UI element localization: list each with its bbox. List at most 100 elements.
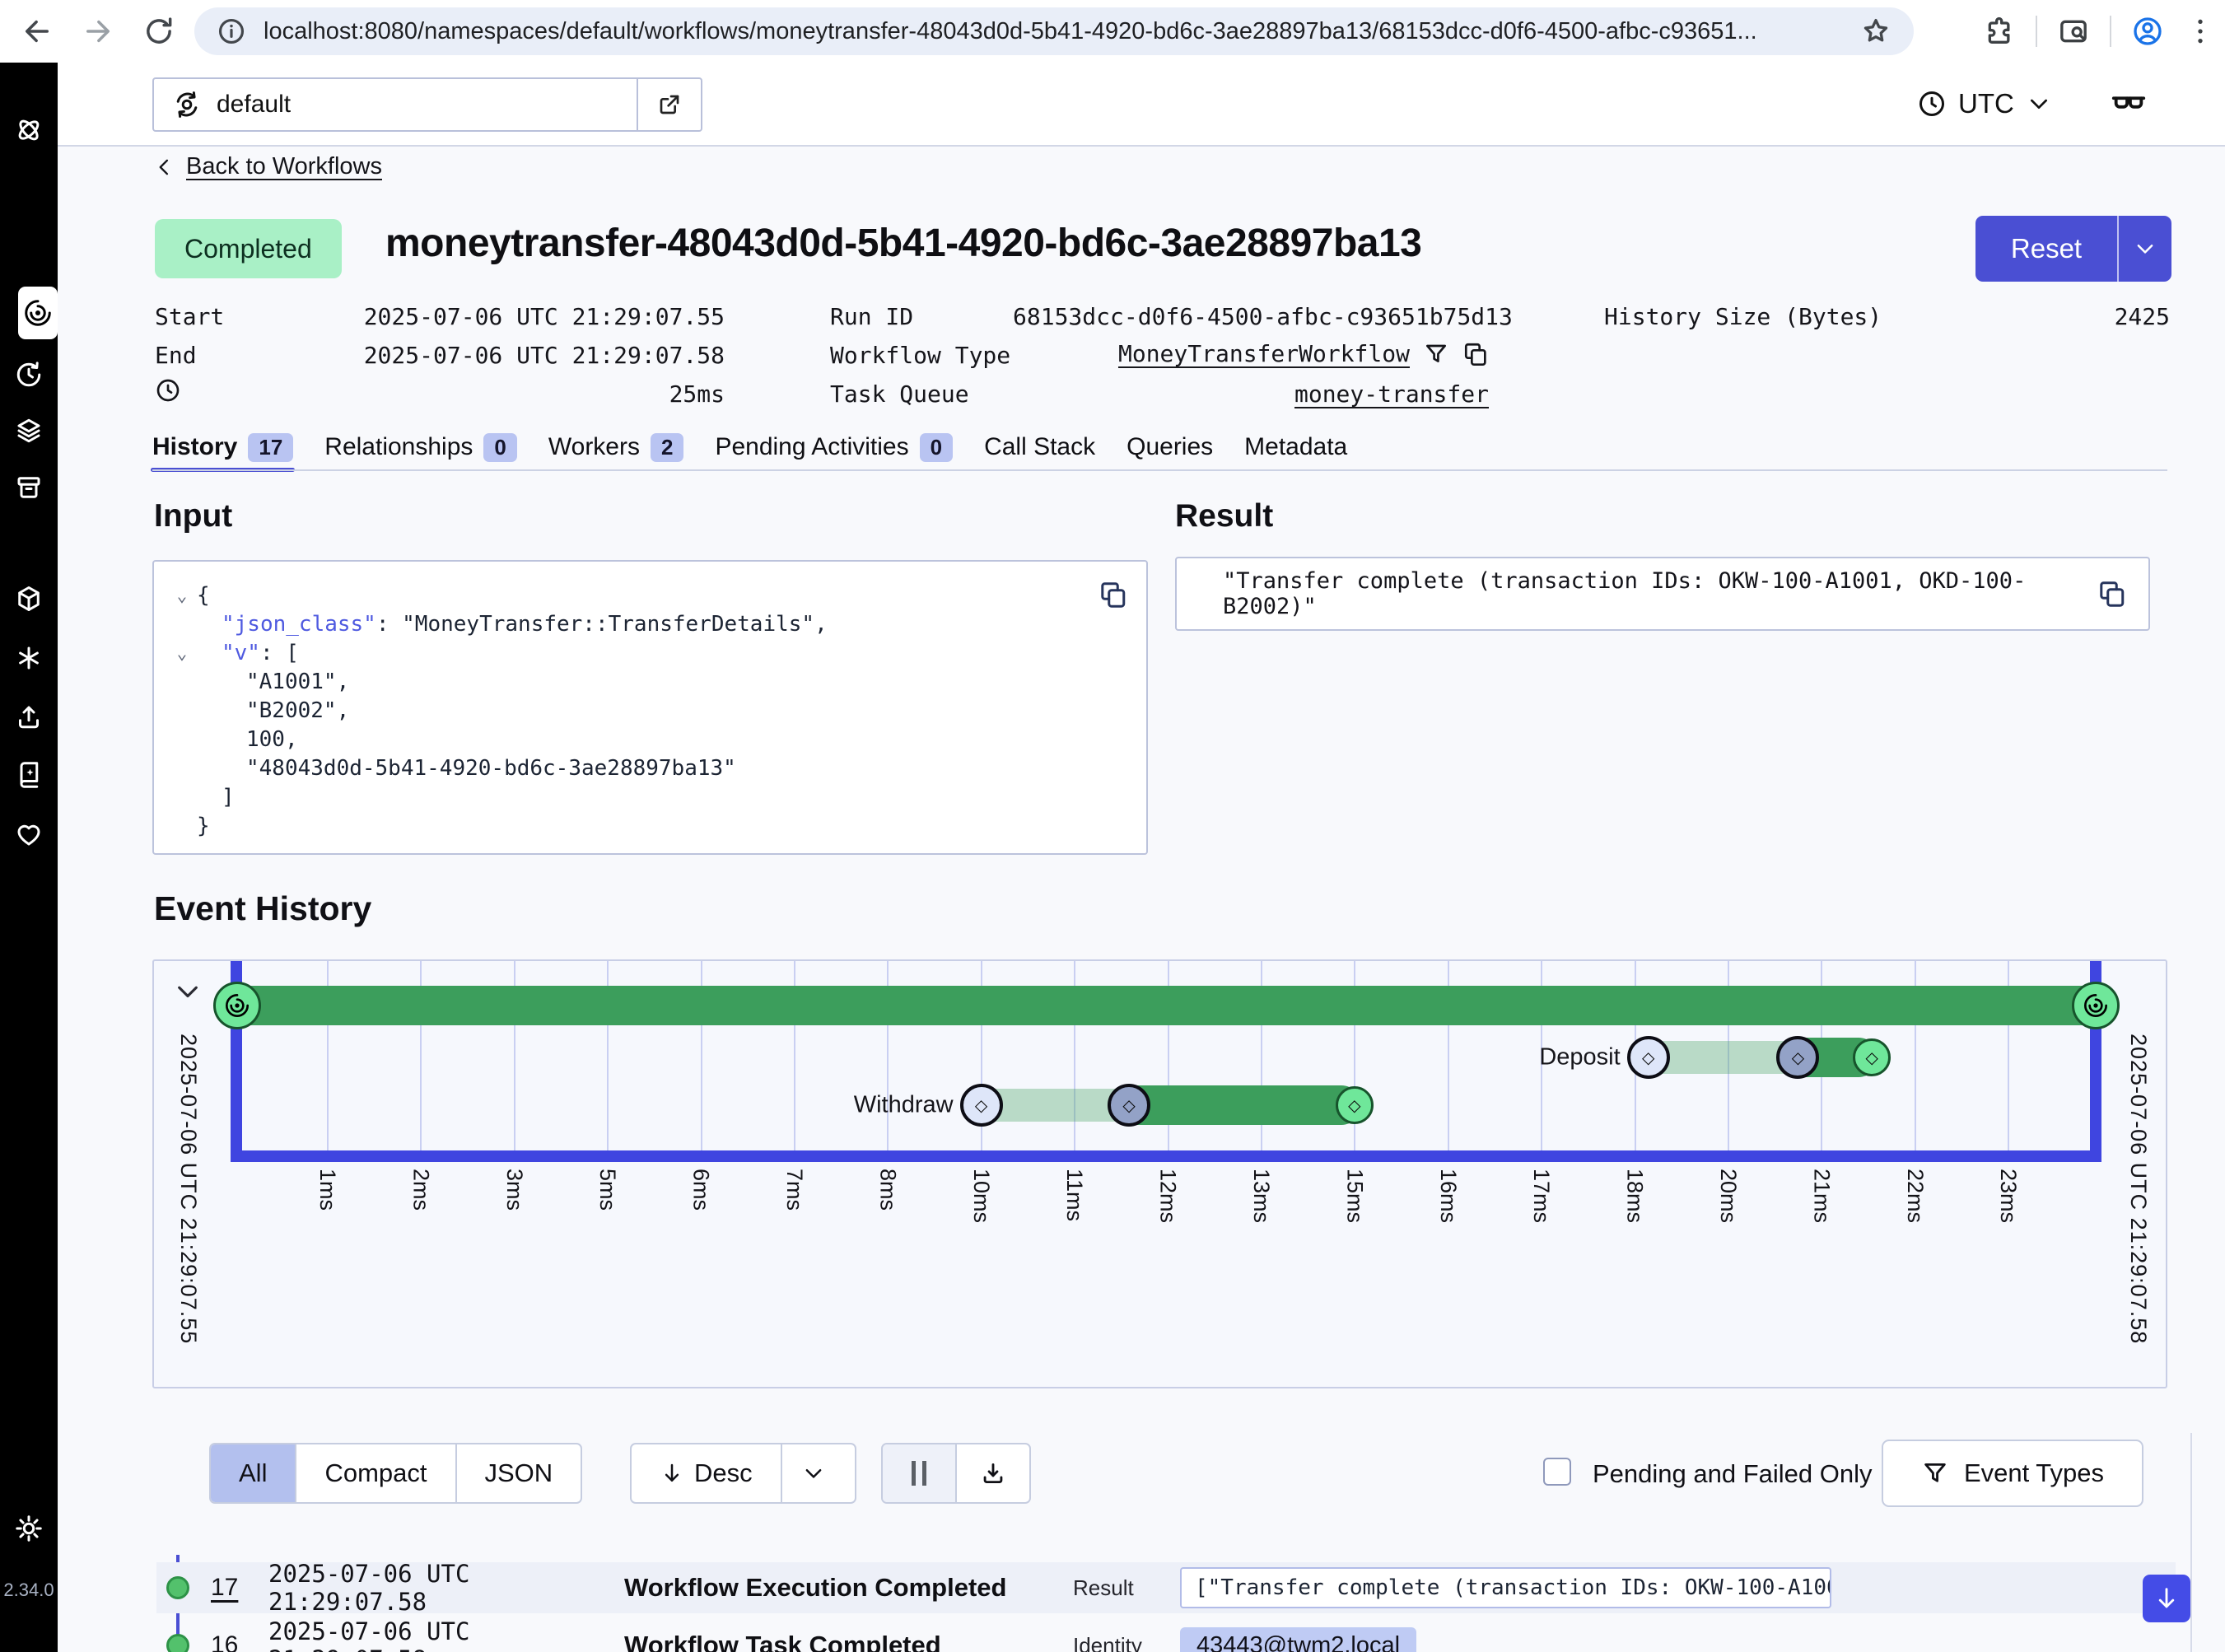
tab-search-icon[interactable] <box>2057 15 2090 48</box>
tick-label: 20ms <box>1715 1169 1741 1223</box>
tab-workers[interactable]: Workers2 <box>548 433 684 462</box>
sidebar-item-workflows[interactable] <box>18 287 58 339</box>
copy-icon[interactable] <box>1099 580 1128 609</box>
activity-scheduled-bar-deposit[interactable] <box>1649 1041 1798 1074</box>
view-mode-segmented-control: AllCompactJSON <box>209 1443 582 1504</box>
sidebar-item-namespaces-icon[interactable] <box>14 584 44 614</box>
tick-label: 2ms <box>408 1169 433 1211</box>
sidebar-item-feedback-icon[interactable] <box>14 819 44 849</box>
scroll-to-bottom-button[interactable] <box>2143 1575 2190 1622</box>
browser-reload-icon[interactable] <box>142 14 176 49</box>
json-line: 100, <box>167 726 1122 754</box>
collapse-toggle-icon[interactable]: ⌄ <box>167 639 197 668</box>
browser-menu-icon[interactable] <box>2184 15 2217 48</box>
event-row[interactable]: 162025-07-06 UTC 21:29:07.58Workflow Tas… <box>156 1620 2176 1652</box>
event-id-link[interactable]: 17 <box>211 1574 268 1602</box>
workflow-type-link[interactable]: MoneyTransferWorkflow <box>1118 340 1410 367</box>
pause-button[interactable] <box>883 1444 957 1502</box>
view-json-button[interactable]: JSON <box>457 1444 581 1502</box>
profile-avatar-icon[interactable] <box>2131 15 2164 48</box>
back-link-label: Back to Workflows <box>186 153 382 180</box>
back-to-workflows-link[interactable]: Back to Workflows <box>153 153 382 180</box>
sort-desc-button[interactable]: Desc <box>632 1444 782 1502</box>
duration-clock-icon <box>155 377 181 404</box>
sidebar-item-archive-icon[interactable] <box>14 473 44 502</box>
tab-history[interactable]: History17 <box>152 433 293 462</box>
tab-count-badge: 0 <box>483 433 516 462</box>
namespace-selector[interactable]: default <box>152 77 702 132</box>
copy-icon[interactable] <box>1462 341 1489 367</box>
timeline-collapse-icon[interactable] <box>172 976 203 1007</box>
sidebar-item-deployments-icon[interactable] <box>14 416 44 446</box>
activity-scheduled-marker-withdraw[interactable]: ◇ <box>960 1084 1003 1127</box>
activity-started-marker-deposit[interactable]: ◇ <box>1776 1036 1819 1079</box>
tick-label: 23ms <box>1995 1169 2021 1223</box>
tab-count-badge: 0 <box>920 433 953 462</box>
json-key: "v" <box>222 641 260 665</box>
sidebar: 2.34.0 <box>0 63 58 1652</box>
address-bar[interactable]: localhost:8080/namespaces/default/workfl… <box>194 7 1914 55</box>
reset-menu-caret[interactable] <box>2119 216 2171 282</box>
event-id-link[interactable]: 16 <box>211 1631 268 1652</box>
playback-controls <box>881 1443 1031 1504</box>
download-button[interactable] <box>957 1444 1029 1502</box>
sidebar-item-schedules-icon[interactable] <box>14 360 44 390</box>
json-value: 100, <box>246 727 298 752</box>
event-name: Workflow Task Completed <box>624 1631 1073 1652</box>
meta-duration-value: 25ms <box>329 380 725 408</box>
activity-label-withdraw: Withdraw <box>854 1092 954 1119</box>
activity-completed-marker-withdraw[interactable]: ◇ <box>1336 1086 1374 1124</box>
browser-forward-icon[interactable] <box>81 14 115 49</box>
reset-button[interactable]: Reset <box>1975 216 2171 282</box>
bookmark-star-icon[interactable] <box>1859 15 1892 48</box>
event-row[interactable]: 172025-07-06 UTC 21:29:07.58Workflow Exe… <box>156 1562 2176 1613</box>
sort-menu-caret[interactable] <box>782 1444 855 1502</box>
tab-label: Call Stack <box>984 433 1095 461</box>
extensions-icon[interactable] <box>1983 15 2016 48</box>
tick-label: 1ms <box>315 1169 340 1211</box>
browser-chrome: localhost:8080/namespaces/default/workfl… <box>0 0 2225 63</box>
temporal-logo-icon[interactable] <box>14 115 44 145</box>
tab-pending-activities[interactable]: Pending Activities0 <box>715 433 953 462</box>
sidebar-item-docs-icon[interactable] <box>14 760 44 790</box>
url-text: localhost:8080/namespaces/default/workfl… <box>264 18 1843 45</box>
activity-scheduled-marker-deposit[interactable]: ◇ <box>1627 1036 1670 1079</box>
event-history-table: 172025-07-06 UTC 21:29:07.58Workflow Exe… <box>156 1555 2176 1652</box>
task-queue-link[interactable]: money-transfer <box>1013 380 1489 408</box>
labs-mode-icon[interactable] <box>2110 84 2148 122</box>
view-compact-button[interactable]: Compact <box>296 1444 456 1502</box>
activity-running-bar-withdraw[interactable] <box>1129 1085 1361 1125</box>
timezone-label: UTC <box>1958 88 2014 119</box>
sidebar-item-nexus-icon[interactable] <box>14 643 44 673</box>
tick-label: 15ms <box>1341 1169 1367 1223</box>
timezone-selector[interactable]: UTC <box>1917 63 2052 145</box>
sidebar-item-import-icon[interactable] <box>14 702 44 732</box>
collapse-toggle-icon[interactable]: ⌄ <box>167 581 197 610</box>
json-line: "B2002", <box>167 697 1122 726</box>
tab-call-stack[interactable]: Call Stack <box>984 433 1095 461</box>
event-name: Workflow Execution Completed <box>624 1573 1073 1603</box>
tab-metadata[interactable]: Metadata <box>1244 433 1347 461</box>
json-value: : <box>376 612 402 637</box>
timeline-plot: Withdraw◇◇◇Deposit◇◇◇ <box>242 961 2090 1150</box>
browser-back-icon[interactable] <box>20 14 54 49</box>
event-timestamp: 2025-07-06 UTC 21:29:07.58 <box>268 1617 624 1652</box>
json-value: "48043d0d-5b41-4920-bd6c-3ae28897ba13" <box>246 756 736 781</box>
reset-button-label[interactable]: Reset <box>1975 216 2117 282</box>
tick-label: 16ms <box>1435 1169 1461 1223</box>
pending-failed-checkbox[interactable] <box>1543 1458 1571 1486</box>
tick-label: 5ms <box>595 1169 620 1211</box>
tab-queries[interactable]: Queries <box>1126 433 1213 461</box>
filter-funnel-icon[interactable] <box>1423 341 1449 367</box>
json-line: "48043d0d-5b41-4920-bd6c-3ae28897ba13" <box>167 754 1122 783</box>
chevron-down-icon <box>2026 91 2052 117</box>
theme-toggle-icon[interactable] <box>14 1514 44 1543</box>
tab-relationships[interactable]: Relationships0 <box>324 433 517 462</box>
copy-icon[interactable] <box>2097 579 2127 609</box>
namespace-open-button[interactable] <box>637 79 701 130</box>
activity-started-marker-withdraw[interactable]: ◇ <box>1108 1084 1150 1127</box>
event-types-button[interactable]: Event Types <box>1882 1440 2143 1507</box>
site-info-icon[interactable] <box>216 16 247 47</box>
view-all-button[interactable]: All <box>211 1444 296 1502</box>
activity-completed-marker-deposit[interactable]: ◇ <box>1853 1038 1891 1076</box>
